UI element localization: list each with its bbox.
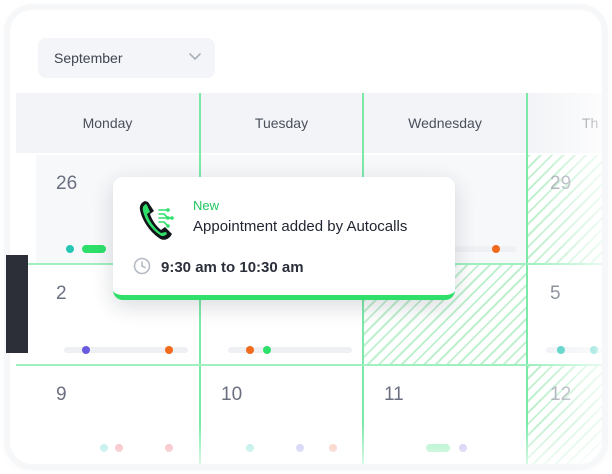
event-dot[interactable] — [115, 444, 123, 452]
day-number: 2 — [56, 283, 67, 304]
event-pill[interactable] — [426, 444, 450, 452]
grid-line — [526, 93, 528, 464]
notification-tag: New — [193, 198, 220, 213]
event-dot[interactable] — [165, 444, 173, 452]
day-number: 5 — [550, 283, 561, 304]
calendar-cell-day-12[interactable]: 12 — [528, 366, 602, 464]
event-dot[interactable] — [296, 444, 304, 452]
month-select-value: September — [54, 50, 123, 66]
calendar-cell-day-10[interactable]: 10 — [201, 366, 362, 464]
phone-icon — [139, 201, 174, 240]
calendar-cell-day-29[interactable]: 29 — [528, 155, 602, 263]
event-dot[interactable] — [82, 346, 90, 354]
month-select[interactable]: September — [38, 38, 215, 78]
calendar-cell-edge — [16, 155, 36, 263]
weekday-header-tuesday: Tuesday — [201, 93, 362, 153]
notification-title: Appointment added by Autocalls — [193, 218, 408, 235]
weekday-header-monday: Monday — [16, 93, 199, 153]
event-dot[interactable] — [590, 346, 598, 354]
event-pill[interactable] — [82, 245, 106, 253]
weekday-header-wednesday: Wednesday — [364, 93, 526, 153]
day-number: 12 — [550, 384, 572, 405]
event-dot[interactable] — [100, 444, 108, 452]
weekday-header-thursday: Th — [528, 93, 602, 153]
event-dot[interactable] — [66, 245, 74, 253]
appointment-time: 9:30 am to 10:30 am — [161, 259, 304, 276]
grid-line — [16, 364, 602, 366]
day-number: 29 — [550, 173, 572, 194]
event-dot[interactable] — [557, 346, 565, 354]
chevron-down-icon — [189, 53, 201, 61]
clock-icon — [133, 257, 151, 275]
event-dot[interactable] — [246, 346, 254, 354]
day-number: 10 — [221, 384, 243, 405]
appointment-notification[interactable]: New Appointment added by Autocalls 9:30 … — [113, 177, 455, 300]
event-dot[interactable] — [329, 444, 337, 452]
event-dot[interactable] — [246, 444, 254, 452]
day-number: 11 — [384, 384, 404, 405]
side-panel-edge — [6, 255, 28, 353]
day-number: 9 — [56, 384, 67, 405]
event-dot[interactable] — [263, 346, 271, 354]
event-dot[interactable] — [459, 444, 467, 452]
event-dot[interactable] — [165, 346, 173, 354]
event-dot[interactable] — [492, 245, 500, 253]
day-number: 26 — [56, 173, 78, 194]
